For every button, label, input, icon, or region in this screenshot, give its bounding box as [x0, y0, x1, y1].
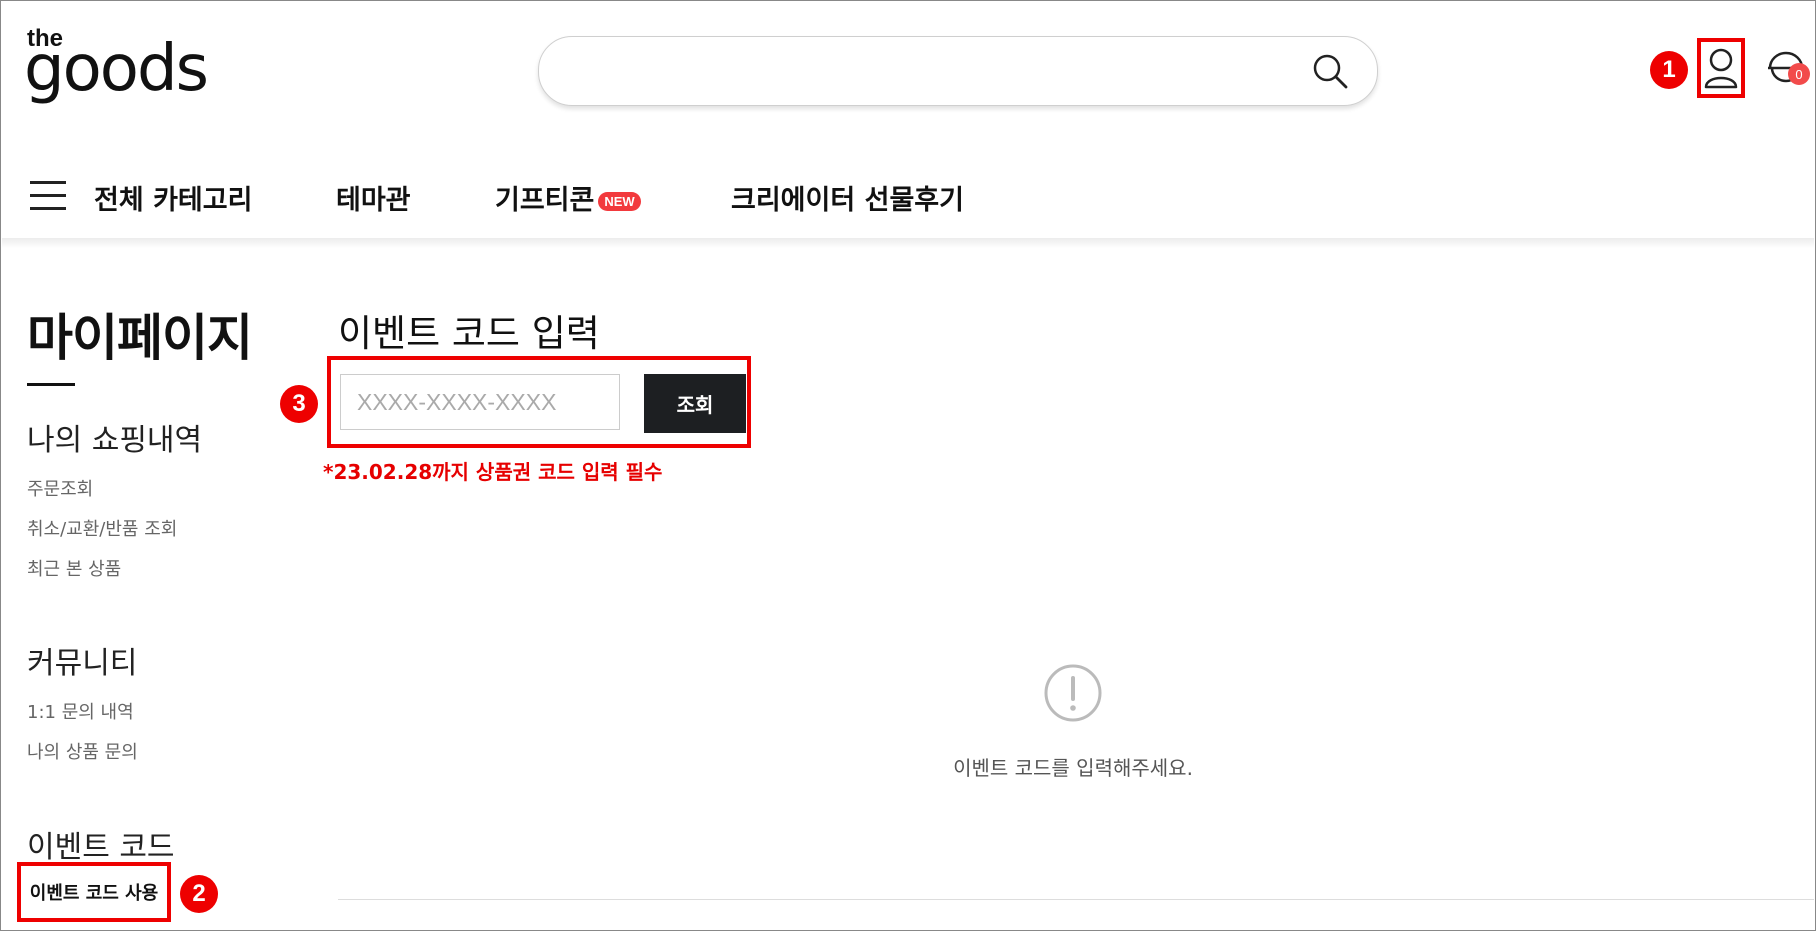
annotation-marker-2: 2 [180, 875, 218, 913]
my-page-button[interactable] [1697, 38, 1745, 98]
sidebar-heading-event-code: 이벤트 코드 [27, 830, 175, 865]
cart-count-badge: 0 [1788, 63, 1810, 85]
logo-text-goods: goods [27, 32, 207, 106]
cart-button[interactable]: 0 [1766, 50, 1812, 90]
sidebar-link-use-event-code[interactable]: 이벤트 코드 사용 [17, 862, 171, 922]
sidebar-title-rule [27, 383, 75, 386]
nav-all-categories[interactable]: 전체 카테고리 [94, 178, 252, 217]
search-icon[interactable] [1311, 52, 1349, 90]
nav-creator-reviews[interactable]: 크리에이터 선물후기 [731, 178, 964, 217]
sidebar-title: 마이페이지 [27, 309, 253, 367]
page-title: 이벤트 코드 입력 [338, 312, 600, 355]
page-frame [0, 0, 1816, 931]
content-bottom-rule [338, 899, 1814, 900]
sidebar-link-cancel-exchange-return[interactable]: 취소/교환/반품 조회 [27, 515, 177, 541]
exclamation-circle-icon [1043, 663, 1103, 723]
sidebar-link-product-inquiries[interactable]: 나의 상품 문의 [27, 738, 138, 764]
nav-theme[interactable]: 테마관 [336, 178, 411, 217]
user-icon [1704, 48, 1738, 89]
sidebar-link-recently-viewed[interactable]: 최근 본 상품 [27, 555, 121, 581]
nav-divider [2, 238, 1814, 248]
sidebar-link-inquiries[interactable]: 1:1 문의 내역 [27, 698, 134, 724]
hamburger-icon[interactable] [30, 181, 66, 211]
nav-gifticon-label: 기프티콘 [495, 185, 595, 216]
annotation-marker-1: 1 [1650, 51, 1688, 89]
annotation-marker-3: 3 [280, 385, 318, 423]
empty-state-message: 이벤트 코드를 입력해주세요. [953, 756, 1193, 780]
the-goods-logo[interactable]: the goods [24, 22, 213, 112]
deadline-notice: *23.02.28까지 상품권 코드 입력 필수 [323, 460, 663, 484]
sidebar-heading-shopping: 나의 쇼핑내역 [27, 423, 203, 458]
nav-gifticon[interactable]: 기프티콘 NEW [495, 178, 641, 217]
event-code-input[interactable] [340, 374, 620, 430]
event-code-form: 조회 [327, 356, 751, 448]
sidebar-heading-community: 커뮤니티 [27, 646, 138, 681]
lookup-button[interactable]: 조회 [644, 374, 746, 433]
search-bar[interactable] [538, 36, 1378, 106]
sidebar-link-orders[interactable]: 주문조회 [27, 475, 93, 501]
new-badge: NEW [598, 192, 641, 211]
